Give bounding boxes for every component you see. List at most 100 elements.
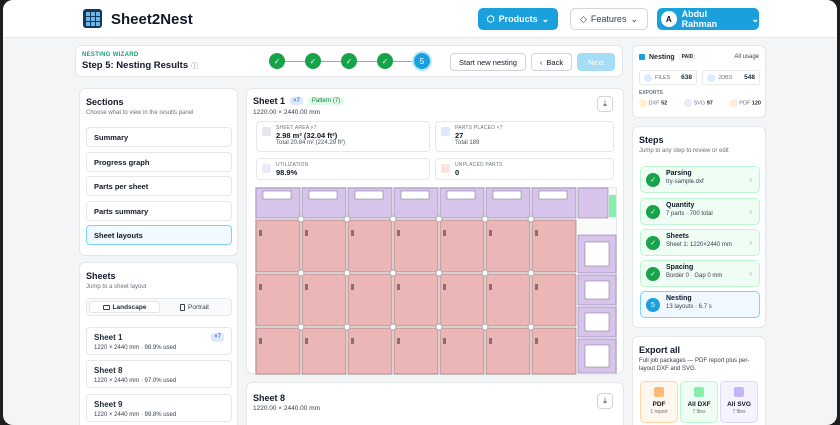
parts-icon <box>441 127 450 136</box>
files-stat: FILES 638 <box>639 70 697 85</box>
orientation-toggle: Landscape Portrait <box>86 298 232 316</box>
stat-value: 98.9% <box>276 168 298 177</box>
features-label: Features <box>590 14 627 24</box>
sheet-layout-canvas[interactable] <box>255 187 617 375</box>
check-icon: ✓ <box>646 173 660 187</box>
check-icon: ✓ <box>646 236 660 250</box>
green-edge-part <box>609 195 616 217</box>
section-progress-graph[interactable]: Progress graph <box>86 152 232 172</box>
products-button[interactable]: ⬡ Products ⌄ <box>478 8 558 30</box>
chevron-down-icon: ⌄ <box>630 13 638 24</box>
page-title: Step 5: Nesting Results <box>82 60 189 71</box>
pdf-export-stat: PDF 120 <box>729 99 761 107</box>
check-icon: ✓ <box>646 267 660 281</box>
export-all-svg-button[interactable]: All SVG 7 files <box>720 381 758 423</box>
dxf-value: 52 <box>661 100 668 107</box>
svg-value: 97 <box>706 100 713 107</box>
usage-card: Nesting PAID All usage FILES 638 JOBS 54… <box>632 45 766 118</box>
wizard-header: NESTING WIZARD Step 5: Nesting Results ⓘ… <box>75 45 623 77</box>
step-1-done[interactable]: ✓ <box>269 53 285 69</box>
pdf-icon <box>654 387 664 397</box>
portrait-label: Portrait <box>188 303 209 311</box>
sheet-list-item-1[interactable]: Sheet 1 ×7 1220 × 2440 mm · 98.9% used <box>86 327 232 355</box>
logo-icon[interactable] <box>83 9 102 28</box>
pdf-icon <box>729 99 738 107</box>
files-icon <box>644 73 652 82</box>
export-all-dxf-button[interactable]: All DXF 7 files <box>680 381 718 423</box>
step-2-done[interactable]: ✓ <box>305 53 321 69</box>
files-value: 638 <box>681 74 692 81</box>
portrait-toggle[interactable]: Portrait <box>160 301 229 313</box>
back-button[interactable]: ‹ Back <box>531 53 572 71</box>
landscape-label: Landscape <box>112 303 147 311</box>
section-sheet-layouts[interactable]: Sheet layouts <box>86 225 232 245</box>
unplaced-icon <box>441 164 450 173</box>
stat-total: Total 20.84 m² (224.29 ft²) <box>276 140 346 146</box>
sheet-list-item-8[interactable]: Sheet 8 1220 × 2440 mm · 97.0% used <box>86 360 232 388</box>
stat-utilization: UTILIZATION 98.9% <box>256 158 430 180</box>
step-detail: Border 0 · Gap 0 mm <box>666 273 723 279</box>
app-window: Sheet2Nest ⬡ Products ⌄ ◇ Features ⌄ A A… <box>3 0 837 425</box>
jobs-icon <box>707 73 715 82</box>
step-spacing[interactable]: ✓ Spacing Border 0 · Gap 0 mm › <box>640 260 760 287</box>
download-icon[interactable]: ⤓ <box>597 393 613 409</box>
step-5-current[interactable]: 5 <box>414 53 430 69</box>
step-parsing[interactable]: ✓ Parsing try-sample.dxf › <box>640 166 760 193</box>
sheet-name: Sheet 8 <box>94 366 123 375</box>
sheet-meta: 1220 × 2440 mm · 97.0% used <box>94 378 177 384</box>
stat-value: 27 <box>455 131 464 140</box>
export-name: PDF <box>652 401 666 408</box>
jobs-stat: JOBS 548 <box>702 70 760 85</box>
sheet-name: Sheet 9 <box>94 400 123 409</box>
section-parts-summary[interactable]: Parts summary <box>86 201 232 221</box>
download-icon[interactable]: ⤓ <box>597 96 613 112</box>
stat-sheet-area: SHEET AREA ×7 2.98 m² (32.04 ft²) Total … <box>256 121 430 152</box>
all-usage-link[interactable]: All usage <box>734 54 759 60</box>
dxf-icon <box>639 99 647 107</box>
sections-subtitle: Choose what to view in the results panel <box>86 110 194 116</box>
info-icon[interactable]: ⓘ <box>191 61 198 71</box>
dxf-label: DXF <box>648 100 660 107</box>
exports-row: DXF 52 SVG 97 PDF 120 <box>639 99 761 107</box>
features-button[interactable]: ◇ Features ⌄ <box>570 8 648 30</box>
chevron-down-icon: ⌄ <box>751 13 759 24</box>
section-parts-per-sheet[interactable]: Parts per sheet <box>86 176 232 196</box>
step-nesting[interactable]: 5 Nesting 13 layouts · 6.7 s <box>640 291 760 318</box>
portrait-icon <box>180 303 186 311</box>
landscape-toggle[interactable]: Landscape <box>89 301 160 313</box>
user-menu-button[interactable]: A Abdul Rahman ⌄ <box>657 8 759 30</box>
brand-name[interactable]: Sheet2Nest <box>111 11 193 28</box>
step-quantity[interactable]: ✓ Quantity 7 parts · 700 total › <box>640 198 760 225</box>
step-connector <box>285 61 306 62</box>
stat-value: 0 <box>455 168 460 177</box>
step-detail: Sheet 1: 1220×2440 mm <box>666 242 732 248</box>
sheets-subtitle: Jump to a sheet layout <box>86 284 147 290</box>
stat-value: 2.98 m² (32.04 ft²) <box>276 131 338 140</box>
jobs-value: 548 <box>744 74 755 81</box>
wizard-label: NESTING WIZARD <box>82 52 139 58</box>
next-button[interactable]: Next <box>577 53 615 71</box>
svg-label: SVG <box>693 100 706 107</box>
user-name: Abdul Rahman <box>681 9 718 29</box>
check-icon: ✓ <box>646 205 660 219</box>
export-pdf-button[interactable]: PDF 1 report <box>640 381 678 423</box>
steps-card: Steps Jump to any step to review or edit… <box>632 126 766 328</box>
sheet-name: Sheet 1 <box>94 333 123 342</box>
sheet-dimensions: 1220.00 × 2440.00 mm <box>253 109 321 116</box>
landscape-icon <box>102 304 110 310</box>
back-label: Back <box>546 57 564 67</box>
step-3-done[interactable]: ✓ <box>341 53 357 69</box>
chevron-down-icon: ⌄ <box>541 13 550 24</box>
chevron-right-icon: › <box>749 269 752 278</box>
start-new-nesting-button[interactable]: Start new nesting <box>450 53 526 71</box>
step-sheets[interactable]: ✓ Sheets Sheet 1: 1220×2440 mm › <box>640 229 760 256</box>
step-number: 5 <box>419 56 425 66</box>
step-4-done[interactable]: ✓ <box>377 53 393 69</box>
jobs-label: JOBS <box>718 74 733 81</box>
export-detail: 7 files <box>732 409 746 415</box>
sheet-list-item-9[interactable]: Sheet 9 1220 × 2440 mm · 99.8% used <box>86 394 232 422</box>
section-summary[interactable]: Summary <box>86 127 232 147</box>
step-connector <box>321 61 342 62</box>
step-name: Quantity <box>666 202 695 209</box>
sheet-title: Sheet 1 <box>253 96 286 106</box>
